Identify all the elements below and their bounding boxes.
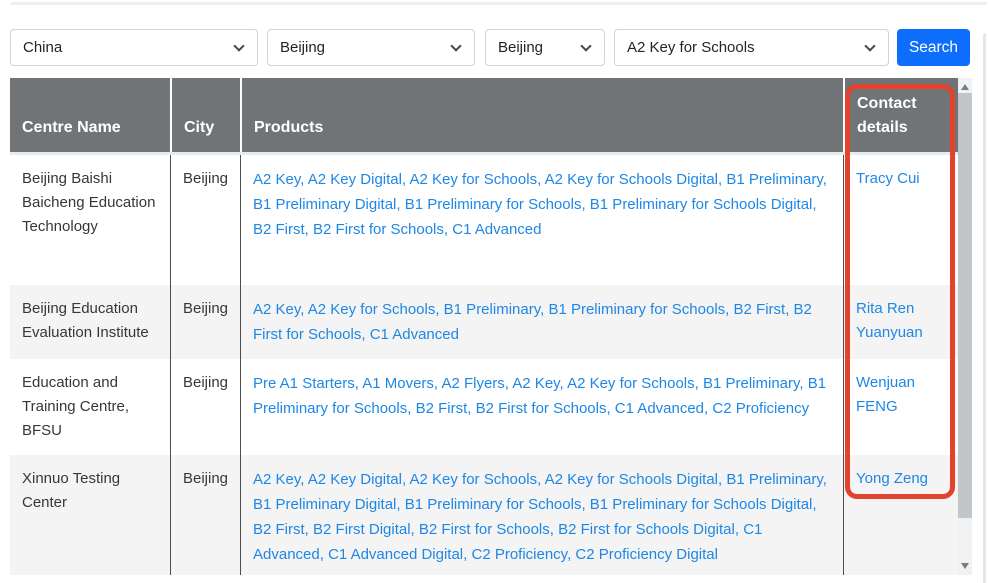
product-link[interactable]: B2 First for Schools, [419,521,554,538]
product-link[interactable]: B1 Preliminary for Schools Digital, [590,496,817,513]
country-select-value: China [23,39,62,56]
table-row: Xinnuo Testing CenterBeijingA2 Key, A2 K… [10,455,958,575]
product-link[interactable]: B2 First, [734,301,790,318]
product-link[interactable]: B1 Preliminary for Schools, [405,496,586,513]
product-link[interactable]: A2 Key, [512,375,563,392]
contact-link[interactable]: Rita Ren Yuanyuan [856,300,923,341]
country-select[interactable]: China [10,29,258,66]
column-header-centre-name: Centre Name [10,116,170,152]
product-link[interactable]: A2 Key for Schools, [308,301,440,318]
product-link[interactable]: C2 Proficiency Digital [575,546,718,563]
product-link[interactable]: B1 Preliminary, [726,171,827,188]
chevron-down-icon [580,40,591,51]
contact-cell: Yong Zeng [843,455,958,575]
product-link[interactable]: B1 Preliminary for Schools, [548,301,729,318]
product-link[interactable]: B2 First Digital, [313,521,415,538]
filter-bar: China Beijing Beijing A2 Key for Schools… [10,29,970,66]
table-row: Education and Training Centre, BFSUBeiji… [10,359,958,455]
product-link[interactable]: B2 First for Schools, [313,221,448,238]
chevron-down-icon [233,40,244,51]
product-link[interactable]: B1 Preliminary, [703,375,804,392]
table-row: Beijing Education Evaluation InstituteBe… [10,285,958,359]
chevron-down-icon [450,40,461,51]
product-link[interactable]: Pre A1 Starters, [253,375,359,392]
product-link[interactable]: A2 Key Digital, [308,171,406,188]
product-select[interactable]: A2 Key for Schools [614,29,889,66]
results-table: Centre Name City Products Contact detail… [10,78,972,575]
product-link[interactable]: C1 Advanced, [615,400,708,417]
centre-name-cell: Xinnuo Testing Center [10,455,170,575]
top-divider [11,2,987,5]
right-edge-divider [983,33,986,583]
product-link[interactable]: C1 Advanced Digital, [328,546,467,563]
table-scrollbar[interactable] [958,78,972,575]
product-select-value: A2 Key for Schools [627,39,755,56]
contact-cell: Wenjuan FENG [843,359,958,455]
product-link[interactable]: A1 Movers, [362,375,438,392]
product-link[interactable]: C2 Proficiency [712,400,809,417]
products-cell: A2 Key, A2 Key Digital, A2 Key for Schoo… [240,455,843,575]
column-header-contact-details: Contact details [843,78,958,152]
product-link[interactable]: A2 Key for Schools, [567,375,699,392]
product-link[interactable]: A2 Key, [253,301,304,318]
centre-search-page: China Beijing Beijing A2 Key for Schools… [0,0,989,583]
column-header-products: Products [240,78,843,152]
city-cell: Beijing [170,155,240,285]
scroll-up-icon[interactable] [961,84,969,90]
product-link[interactable]: A2 Key for Schools Digital, [545,471,723,488]
city-select[interactable]: Beijing [485,29,605,66]
contact-cell: Rita Ren Yuanyuan [843,285,958,359]
product-link[interactable]: C1 Advanced [452,221,541,238]
scrollbar-thumb[interactable] [958,93,972,518]
product-link[interactable]: B1 Preliminary for Schools, [405,196,586,213]
scroll-down-icon[interactable] [961,563,969,569]
city-cell: Beijing [170,285,240,359]
products-cell: A2 Key, A2 Key for Schools, B1 Prelimina… [240,285,843,359]
products-cell: A2 Key, A2 Key Digital, A2 Key for Schoo… [240,155,843,285]
product-link[interactable]: B2 First for Schools Digital, [558,521,739,538]
results-table-content: Centre Name City Products Contact detail… [10,78,958,575]
product-link[interactable]: B2 First for Schools, [476,400,611,417]
product-link[interactable]: B1 Preliminary Digital, [253,196,401,213]
product-link[interactable]: B2 First, [253,521,309,538]
centre-name-cell: Education and Training Centre, BFSU [10,359,170,455]
chevron-down-icon [864,40,875,51]
centre-name-cell: Beijing Baishi Baicheng Education Techno… [10,155,170,285]
product-link[interactable]: A2 Key, [253,471,304,488]
products-cell: Pre A1 Starters, A1 Movers, A2 Flyers, A… [240,359,843,455]
contact-link[interactable]: Yong Zeng [856,470,928,487]
product-link[interactable]: B1 Preliminary, [726,471,827,488]
region-select-value: Beijing [280,39,325,56]
search-button[interactable]: Search [897,29,970,66]
product-link[interactable]: A2 Flyers, [441,375,509,392]
product-link[interactable]: A2 Key Digital, [308,471,406,488]
city-select-value: Beijing [498,39,543,56]
city-cell: Beijing [170,359,240,455]
product-link[interactable]: B2 First, [416,400,472,417]
region-select[interactable]: Beijing [267,29,475,66]
centre-name-cell: Beijing Education Evaluation Institute [10,285,170,359]
product-link[interactable]: A2 Key, [253,171,304,188]
product-link[interactable]: C2 Proficiency, [471,546,571,563]
product-link[interactable]: B1 Preliminary, [444,301,545,318]
product-link[interactable]: B2 First, [253,221,309,238]
table-row: Beijing Baishi Baicheng Education Techno… [10,155,958,285]
product-link[interactable]: B1 Preliminary for Schools Digital, [590,196,817,213]
table-body: Beijing Baishi Baicheng Education Techno… [10,155,958,575]
product-link[interactable]: A2 Key for Schools, [410,171,542,188]
contact-link[interactable]: Wenjuan FENG [856,374,915,415]
table-header-row: Centre Name City Products Contact detail… [10,78,958,155]
product-link[interactable]: C1 Advanced [370,326,459,343]
product-link[interactable]: A2 Key for Schools Digital, [545,171,723,188]
contact-link[interactable]: Tracy Cui [856,170,920,187]
product-link[interactable]: B1 Preliminary Digital, [253,496,401,513]
column-header-city: City [170,78,240,152]
city-cell: Beijing [170,455,240,575]
product-link[interactable]: A2 Key for Schools, [410,471,542,488]
contact-cell: Tracy Cui [843,155,958,285]
